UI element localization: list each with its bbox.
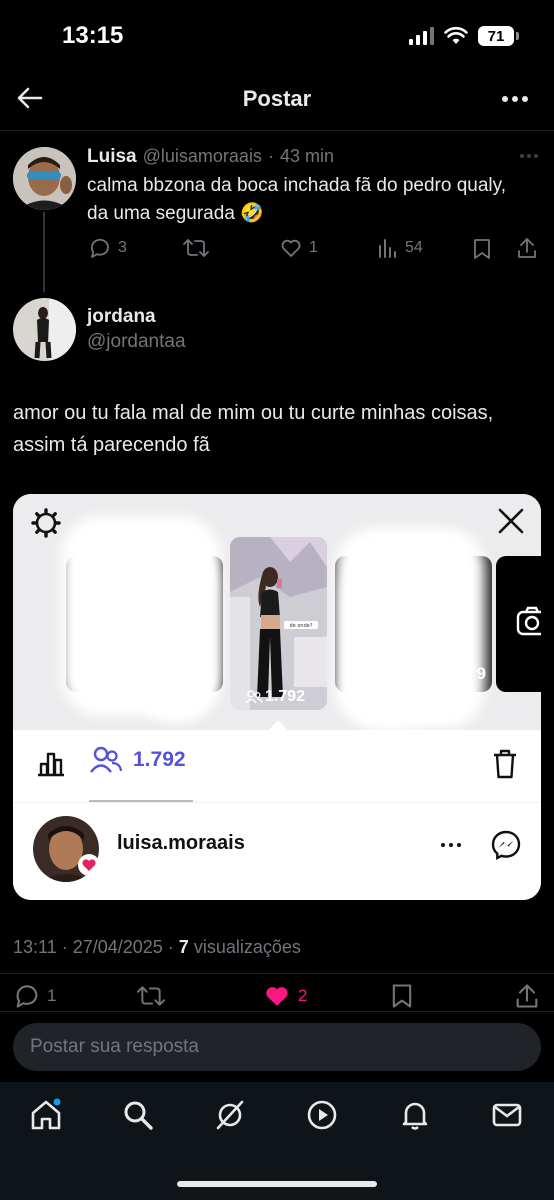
heart-filled-icon (266, 987, 288, 1006)
parent-tweet-time: 43 min (279, 146, 334, 166)
meta-divider (0, 973, 554, 974)
parent-more-icon[interactable] (520, 154, 538, 158)
camera-icon (516, 606, 541, 636)
viewers-tab[interactable]: 1.792 (89, 746, 186, 774)
parent-views-button[interactable]: 54 (377, 236, 423, 260)
parent-author-handle[interactable]: @luisamoraais (143, 146, 262, 167)
viewer-row[interactable]: luisa.moraais (13, 802, 541, 900)
parent-author-name[interactable]: Luisa (87, 146, 137, 168)
parent-like-button[interactable]: 1 (279, 236, 318, 260)
parent-tweet-text: calma bbzona da boca inchada fã do pedro… (87, 175, 507, 224)
insights-icon[interactable] (35, 748, 67, 778)
messenger-icon[interactable] (490, 829, 522, 861)
page-title: Postar (242, 86, 312, 111)
main-reply-count: 1 (47, 986, 57, 1005)
main-tweet-text: amor ou tu fala mal de mim ou tu curte m… (13, 402, 494, 456)
home-icon[interactable] (29, 1098, 63, 1132)
main-reply-button[interactable]: 1 (13, 982, 56, 1010)
delete-icon[interactable] (491, 748, 519, 780)
bookmark-icon[interactable] (471, 237, 493, 261)
home-indicator (177, 1181, 377, 1187)
views-label: visualizações (188, 937, 301, 957)
story-sticker-text: de onde? (290, 623, 313, 629)
grok-icon[interactable] (213, 1098, 247, 1132)
retweet-icon (183, 239, 209, 257)
parent-views-count: 54 (405, 239, 423, 256)
parent-avatar[interactable] (13, 147, 76, 210)
parent-reply-button[interactable]: 3 (88, 236, 127, 260)
reply-input[interactable]: Postar sua resposta (13, 1023, 541, 1071)
viewers-count: 1.792 (133, 748, 186, 771)
stories-carousel: de onde? 1.792 9 (13, 494, 541, 730)
reply-icon (91, 238, 109, 258)
header-dot: · (267, 146, 274, 166)
signal-icon (409, 27, 434, 45)
actions-divider (0, 1011, 554, 1012)
viewer-more-icon[interactable] (441, 843, 461, 847)
parent-tweet-header: Luisa @luisamoraais · 43 min (87, 146, 334, 168)
views-chart-icon (379, 239, 396, 258)
battery-icon: 71 (478, 26, 519, 46)
close-icon[interactable] (496, 506, 526, 536)
wifi-icon (444, 27, 468, 44)
header-divider (0, 130, 554, 131)
story-viewers-overlay-count: 1.792 (265, 688, 306, 705)
parent-retweet-button[interactable] (182, 236, 210, 260)
bookmark-icon[interactable] (389, 982, 415, 1010)
more-options-icon[interactable] (502, 96, 528, 102)
add-story-tile[interactable] (496, 556, 541, 692)
search-icon[interactable] (121, 1098, 155, 1132)
messages-mail-icon[interactable] (490, 1098, 524, 1132)
story-viewers-overlay: 1.792 (245, 688, 305, 706)
tweet-timestamp: 13:11 · 27/04/2025 · 7 visualizações (13, 937, 301, 958)
share-icon[interactable] (513, 982, 541, 1010)
thread-line (43, 212, 45, 292)
status-time: 13:15 (62, 22, 124, 49)
views-count: 7 (178, 937, 189, 957)
main-avatar[interactable] (13, 298, 76, 361)
main-author-name[interactable]: jordana (87, 306, 156, 328)
notifications-bell-icon[interactable] (398, 1098, 432, 1132)
share-icon[interactable] (515, 236, 539, 260)
heart-reaction-icon (78, 854, 100, 876)
viewer-username[interactable]: luisa.moraais (117, 832, 245, 855)
viewer-tabs: 1.792 (13, 736, 541, 802)
viewers-icon (90, 746, 123, 773)
heart-icon (281, 239, 301, 257)
main-like-count: 2 (298, 986, 308, 1005)
timestamp-text: 13:11 · 27/04/2025 · (13, 937, 179, 957)
story-viewers-card: de onde? 1.792 9 1.792 (13, 494, 541, 900)
video-play-icon[interactable] (305, 1098, 339, 1132)
retweet-icon[interactable] (135, 983, 167, 1009)
parent-reply-count: 3 (118, 239, 127, 256)
settings-icon[interactable] (30, 507, 62, 539)
story-thumbnail-selected[interactable]: de onde? 1.792 (230, 537, 327, 710)
selected-story-pointer (263, 720, 293, 736)
status-icons: 71 (409, 26, 519, 46)
main-like-button[interactable]: 2 (262, 982, 307, 1010)
main-author-handle[interactable]: @jordantaa (87, 331, 186, 353)
battery-level: 71 (487, 27, 505, 45)
reply-icon (16, 985, 38, 1008)
parent-like-count: 1 (309, 239, 318, 256)
censor-overlay-right-2 (343, 556, 443, 726)
people-icon (245, 690, 263, 704)
censor-overlay-left-2 (133, 542, 218, 722)
